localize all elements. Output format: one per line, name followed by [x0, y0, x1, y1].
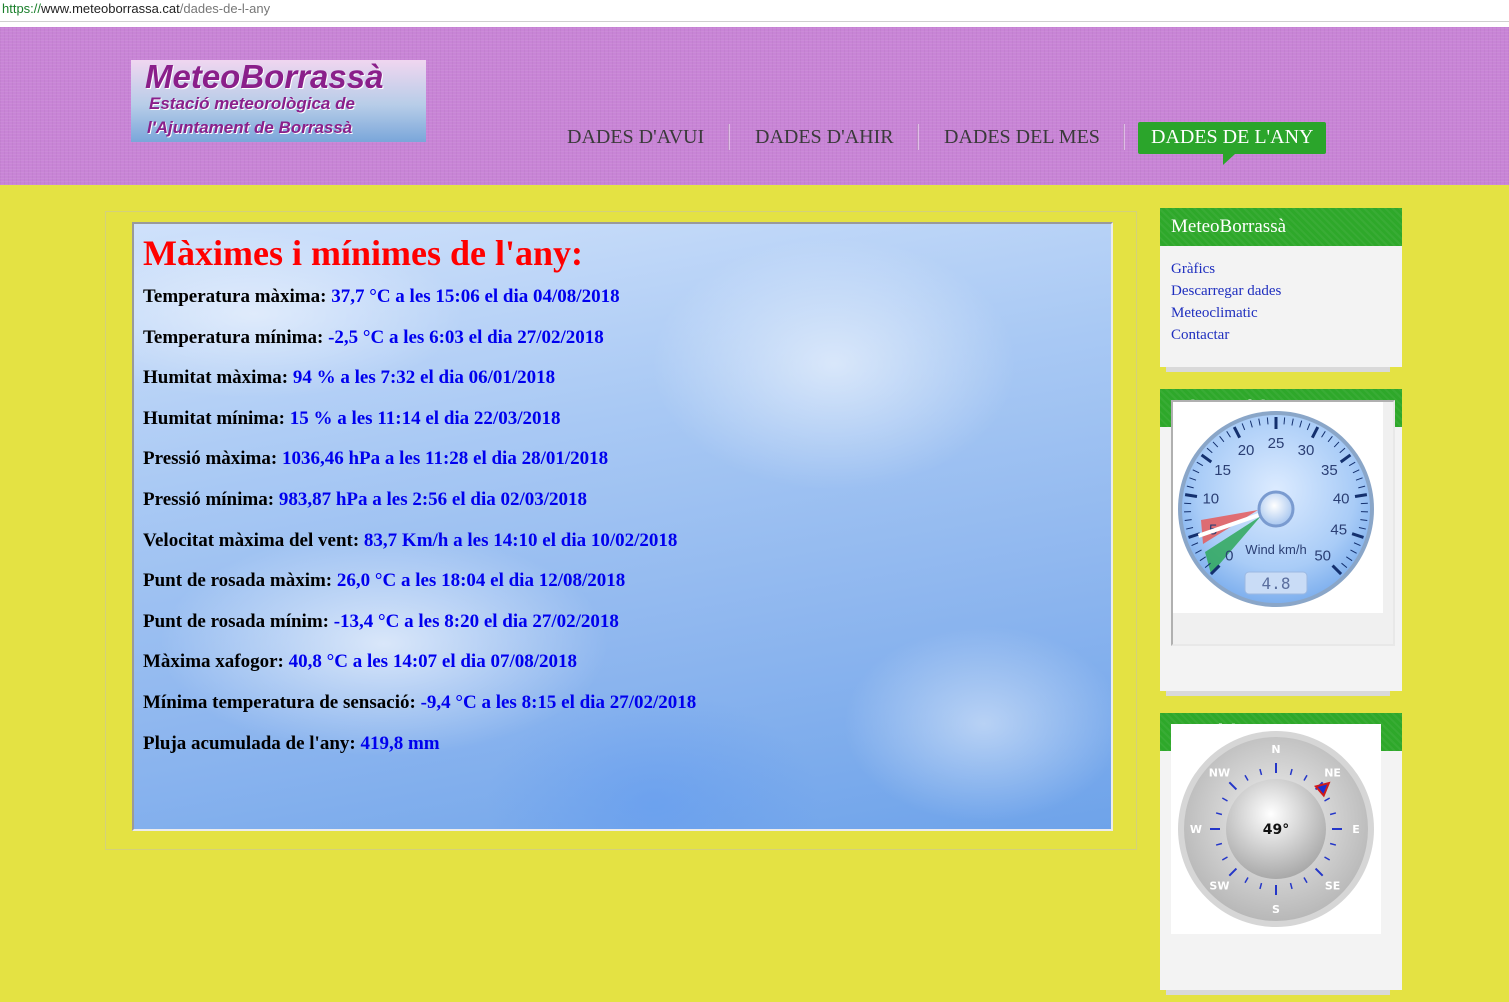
stat-label: Punt de rosada mínim:	[143, 610, 329, 632]
yearly-stats-panel: Màximes i mínimes de l'any: Temperatura …	[132, 222, 1113, 831]
rose-direction-label: W	[1190, 823, 1202, 836]
logo-title: MeteoBorrassà	[145, 60, 384, 95]
stat-label: Velocitat màxima del vent:	[143, 529, 360, 551]
stat-row: Punt de rosada màxim: 26,0 °C a les 18:0…	[143, 570, 1102, 611]
rose-direction-label: NW	[1209, 766, 1230, 779]
sidebar-links: Gràfics Descarregar dades Meteoclimatic …	[1160, 246, 1402, 358]
gauge-tick-label: 15	[1214, 462, 1231, 479]
stat-value: 1036,46 hPa a les 11:28 el dia 28/01/201…	[281, 448, 609, 470]
nav-dades-mes[interactable]: DADES DEL MES	[944, 122, 1100, 154]
gauge-tick-label: 10	[1202, 491, 1219, 508]
wind-rose-svg: N NE E SE S SW W NW 49°	[1178, 731, 1374, 927]
gauge-hub	[1257, 490, 1295, 528]
gauge-tick-label: 40	[1333, 491, 1350, 508]
gauge-tick	[1184, 493, 1198, 498]
wind-rose: N NE E SE S SW W NW 49°	[1171, 724, 1381, 934]
rose-direction-label: N	[1271, 743, 1280, 756]
rose-direction-label: NE	[1324, 766, 1341, 779]
stat-value: 83,7 Km/h a les 14:10 el dia 10/02/2018	[363, 529, 678, 551]
stat-label: Punt de rosada màxim:	[143, 570, 333, 592]
gauge-tick-label: 0	[1225, 548, 1233, 565]
stat-value: 37,7 °C a les 15:06 el dia 04/08/2018	[331, 286, 620, 307]
link-meteoclimatic[interactable]: Meteoclimatic	[1171, 302, 1391, 324]
stat-row: Temperatura màxima: 37,7 °C a les 15:06 …	[143, 286, 1102, 327]
url-path: /dades-de-l-any	[179, 1, 271, 16]
gauge-tick	[1283, 417, 1286, 425]
stat-value: 15 % a les 11:14 el dia 22/03/2018	[289, 407, 561, 429]
link-grafics[interactable]: Gràfics	[1171, 258, 1391, 280]
stat-value: 26,0 °C a les 18:04 el dia 12/08/2018	[336, 570, 626, 592]
rose-direction-label: SE	[1325, 880, 1340, 893]
stat-value: 94 % a les 7:32 el dia 06/01/2018	[292, 367, 556, 389]
address-bar[interactable]: https://www.meteoborrassa.cat/dades-de-l…	[0, 0, 1509, 22]
nav-dades-any[interactable]: DADES DE L'ANY	[1138, 122, 1327, 165]
stat-row: Pressió màxima: 1036,46 hPa a les 11:28 …	[143, 448, 1102, 489]
gauge-readout: 4.8	[1262, 574, 1291, 593]
stat-label: Pressió màxima:	[143, 448, 278, 470]
stat-label: Temperatura màxima:	[143, 286, 327, 307]
stat-label: Mínima temperatura de sensació:	[143, 691, 416, 713]
logo-subtitle-1: Estació meteorològica de	[149, 94, 355, 113]
link-descarregar-dades[interactable]: Descarregar dades	[1171, 280, 1391, 302]
stat-label: Humitat mínima:	[143, 407, 285, 429]
stats-list: Temperatura màxima: 37,7 °C a les 15:06 …	[143, 286, 1102, 773]
nav-dades-ahir[interactable]: DADES D'AHIR	[755, 122, 894, 154]
stat-label: Màxima xafogor:	[143, 651, 284, 673]
nav-dades-avui[interactable]: DADES D'AVUI	[567, 122, 704, 154]
stat-row: Humitat màxima: 94 % a les 7:32 el dia 0…	[143, 367, 1102, 408]
widget-shadow	[1166, 990, 1390, 995]
stat-value: -9,4 °C a les 8:15 el dia 27/02/2018	[420, 691, 697, 713]
widget-links: MeteoBorrassà Gràfics Descarregar dades …	[1160, 208, 1402, 367]
wind-gauge-frame: 05101520253035404550 Wind km/h 4.8	[1171, 400, 1395, 646]
url-host: www.meteoborrassa.cat	[41, 1, 180, 16]
stat-label: Pressió mínima:	[143, 488, 275, 510]
gauge-tick-label: 45	[1330, 521, 1347, 538]
widget-shadow	[1166, 367, 1390, 372]
rose-direction-label: S	[1272, 903, 1280, 916]
nav-separator	[917, 124, 919, 150]
stat-row: Pressió mínima: 983,87 hPa a les 2:56 el…	[143, 489, 1102, 530]
url-scheme: https://	[2, 1, 42, 16]
site-header: MeteoBorrassà Estació meteorològica de l…	[0, 27, 1509, 185]
widget-wind-speed: Velocitat del vent	[1160, 389, 1402, 691]
rose-direction-label: E	[1352, 823, 1360, 836]
gauge-tick-label: 35	[1321, 462, 1338, 479]
gauge-tick-label: 50	[1314, 548, 1331, 565]
gauge-tick-label: 20	[1238, 442, 1255, 459]
site-logo[interactable]: MeteoBorrassà Estació meteorològica de l…	[131, 60, 426, 142]
widget-wind-rose: Rosa dels vents NNEESESSWWNW 49°	[1160, 713, 1402, 990]
nav-separator	[728, 124, 730, 150]
rose-bearing: 49°	[1263, 822, 1289, 838]
stat-row: Pluja acumulada de l'any: 419,8 mm	[143, 733, 1102, 774]
page-title: Màximes i mínimes de l'any:	[143, 233, 583, 273]
stat-label: Pluja acumulada de l'any:	[143, 732, 356, 754]
wind-gauge-svg: 05101520253035404550 Wind km/h 4.8	[1178, 411, 1374, 607]
gauge-tick	[1354, 493, 1368, 498]
widget-title: MeteoBorrassà	[1160, 208, 1402, 246]
widget-shadow	[1166, 691, 1390, 696]
stat-row: Punt de rosada mínim: -13,4 °C a les 8:2…	[143, 611, 1102, 652]
stat-value: -13,4 °C a les 8:20 el dia 27/02/2018	[333, 610, 619, 632]
gauge-tick	[1266, 417, 1269, 425]
wind-gauge: 05101520253035404550 Wind km/h 4.8	[1173, 402, 1383, 613]
stat-row: Màxima xafogor: 40,8 °C a les 14:07 el d…	[143, 651, 1102, 692]
stat-row: Velocitat màxima del vent: 83,7 Km/h a l…	[143, 530, 1102, 571]
logo-subtitle-2: l'Ajuntament de Borrassà	[147, 118, 353, 137]
gauge-tick-label: 30	[1298, 442, 1315, 459]
stat-value: -2,5 °C a les 6:03 el dia 27/02/2018	[328, 326, 604, 348]
rose-direction-label: SW	[1209, 880, 1229, 893]
stat-value: 983,87 hPa a les 2:56 el dia 02/03/2018	[278, 488, 588, 510]
stat-label: Humitat màxima:	[143, 367, 289, 389]
nav-separator	[1123, 124, 1125, 150]
stat-value: 419,8 mm	[360, 732, 440, 754]
gauge-tick-label: 25	[1268, 435, 1285, 452]
stat-row: Humitat mínima: 15 % a les 11:14 el dia …	[143, 408, 1102, 449]
link-contactar[interactable]: Contactar	[1171, 324, 1391, 346]
stat-row: Temperatura mínima: -2,5 °C a les 6:03 e…	[143, 327, 1102, 368]
gauge-unit-label: Wind km/h	[1245, 542, 1306, 557]
stat-row: Mínima temperatura de sensació: -9,4 °C …	[143, 692, 1102, 733]
stat-value: 40,8 °C a les 14:07 el dia 07/08/2018	[288, 651, 578, 673]
stat-label: Temperatura mínima:	[143, 326, 324, 348]
